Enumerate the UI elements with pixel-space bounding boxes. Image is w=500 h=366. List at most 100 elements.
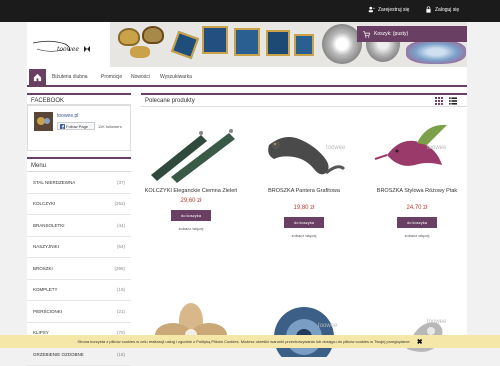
banner-blue-stone bbox=[171, 31, 199, 59]
product-price: 29,60 zł bbox=[141, 198, 241, 204]
banner-blue-stone bbox=[234, 28, 260, 56]
logo[interactable]: toowee bbox=[31, 37, 93, 57]
nav-item-wedding-jewelry[interactable]: Biżuteria ślubna bbox=[52, 74, 88, 80]
blue-brooch-image bbox=[254, 299, 354, 357]
menu-item-count: (252) bbox=[114, 201, 125, 206]
earrings-image bbox=[141, 115, 241, 185]
bird-brooch-image bbox=[367, 115, 467, 185]
silver-brooch-image bbox=[367, 299, 467, 357]
product-image[interactable]: toowee bbox=[254, 299, 354, 357]
menu-item-sets[interactable]: KOMPLETY(19) bbox=[27, 280, 131, 302]
banner-gold-heart bbox=[142, 26, 164, 44]
menu-item-label: STAL NIERDZEWNA bbox=[33, 180, 75, 185]
menu-item-label: KOMPLETY bbox=[33, 287, 58, 292]
facebook-page-avatar[interactable] bbox=[34, 112, 53, 131]
main-content: Polecane produkty KOLCZYKI Eleganckie Ci… bbox=[141, 93, 467, 107]
product-image[interactable] bbox=[141, 115, 241, 185]
home-button[interactable] bbox=[29, 69, 46, 85]
product-card[interactable]: toowee bbox=[367, 299, 467, 357]
nav-item-promotions[interactable]: Promocje bbox=[101, 74, 122, 80]
facebook-page-name[interactable]: toowee.pl bbox=[57, 113, 78, 119]
product-image[interactable] bbox=[141, 299, 241, 357]
facebook-icon bbox=[60, 124, 65, 129]
product-watermark: toowee bbox=[318, 323, 337, 329]
home-icon bbox=[33, 73, 42, 82]
product-name[interactable]: BROSZKA Pantera Grafitowa bbox=[254, 188, 354, 195]
add-to-cart-button[interactable]: do koszyka bbox=[284, 217, 324, 228]
cookie-text: Strona korzysta z plików cookies w celu … bbox=[77, 339, 410, 344]
menu-item-count: (64) bbox=[117, 244, 125, 249]
menu-item-count: (37) bbox=[117, 180, 125, 185]
product-watermark: toowee bbox=[326, 145, 345, 151]
cart-button[interactable]: Koszyk: (pusty) bbox=[357, 26, 467, 42]
menu-title: Menu bbox=[27, 157, 131, 172]
list-view-icon[interactable] bbox=[449, 97, 457, 105]
menu-item-count: (296) bbox=[114, 266, 125, 271]
product-name[interactable]: BROSZKA Stylowa Różowy Ptak bbox=[367, 188, 467, 195]
banner-blue-stone bbox=[266, 30, 290, 56]
menu-item-necklaces[interactable]: NASZYJNIKI (64) bbox=[27, 237, 131, 259]
banner-crystal-brooch bbox=[322, 24, 362, 64]
cookie-close-button[interactable]: ✖ bbox=[417, 338, 423, 346]
sidebar: FACEBOOK toowee.pl Follow Page 11K follo… bbox=[27, 93, 131, 366]
product-card[interactable]: toowee bbox=[254, 299, 354, 357]
cart-label: Koszyk: (pusty) bbox=[374, 31, 408, 37]
product-image[interactable]: toowee bbox=[367, 115, 467, 185]
menu-item-count: (18) bbox=[117, 352, 125, 357]
main-nav: Biżuteria ślubna Promocje Nowości Wyszuk… bbox=[27, 67, 467, 87]
menu-item-bracelets[interactable]: BRANSOLETKI(44) bbox=[27, 215, 131, 237]
menu-item-stainless-steel[interactable]: STAL NIERDZEWNA (37) bbox=[27, 172, 131, 194]
featured-title: Polecane produkty bbox=[145, 98, 195, 104]
flower-brooch-image bbox=[141, 299, 241, 357]
add-to-cart-button[interactable]: do koszyka bbox=[397, 217, 437, 228]
user-add-icon bbox=[368, 6, 375, 13]
menu-item-rings[interactable]: PIERŚCIONKI (21) bbox=[27, 301, 131, 323]
banner-blue-stone bbox=[202, 26, 228, 54]
menu-item-label: KOLCZYKI bbox=[33, 201, 55, 206]
menu-item-earrings[interactable]: KOLCZYKI (252) bbox=[27, 194, 131, 216]
avatar-image bbox=[34, 112, 53, 131]
facebook-follow-button[interactable]: Follow Page bbox=[57, 122, 95, 130]
see-more-link[interactable]: zobacz więcej bbox=[141, 226, 241, 231]
add-to-cart-button[interactable]: do koszyka bbox=[171, 210, 211, 221]
menu-item-label: NASZYJNIKI bbox=[33, 244, 59, 249]
facebook-title: FACEBOOK bbox=[27, 93, 131, 105]
product-image[interactable]: toowee bbox=[254, 115, 354, 185]
lock-icon bbox=[425, 6, 432, 13]
header: toowee Koszyk: (pusty) bbox=[27, 22, 467, 67]
banner-gold-chain bbox=[130, 46, 150, 58]
featured-header: Polecane produkty bbox=[141, 93, 467, 107]
product-image[interactable]: toowee bbox=[367, 299, 467, 357]
menu-item-label: PIERŚCIONKI bbox=[33, 309, 62, 314]
product-card[interactable]: toowee BROSZKA Stylowa Różowy Ptak 24,70… bbox=[367, 115, 467, 238]
see-more-link[interactable]: zobacz więcej bbox=[254, 233, 354, 238]
top-bar: Zarejestruj się Zaloguj się bbox=[0, 0, 500, 22]
register-link[interactable]: Zarejestruj się bbox=[368, 6, 409, 13]
menu-item-label: GRZEBIENIE OZDOBNE bbox=[33, 352, 84, 357]
menu-item-label: BRANSOLETKI bbox=[33, 223, 65, 228]
product-price: 24,70 zł bbox=[367, 205, 467, 211]
facebook-followers: 11K followers bbox=[98, 124, 122, 129]
nav-item-search[interactable]: Wyszukiwarka bbox=[160, 74, 192, 80]
product-price: 19,80 zł bbox=[254, 205, 354, 211]
menu-item-count: (21) bbox=[117, 309, 125, 314]
nav-item-new[interactable]: Nowości bbox=[131, 74, 150, 80]
page-container: toowee Koszyk: (pusty) B bbox=[27, 22, 467, 348]
product-watermark: toowee bbox=[427, 145, 446, 151]
add-to-cart-label: do koszyka bbox=[294, 220, 314, 225]
register-label: Zarejestruj się bbox=[378, 7, 409, 13]
menu-item-brooches[interactable]: BROSZKI (296) bbox=[27, 258, 131, 280]
product-name[interactable]: KOLCZYKI Eleganckie Ciemna Zieleń bbox=[141, 188, 241, 195]
product-card[interactable]: toowee BROSZKA Pantera Grafitowa 19,80 z… bbox=[254, 115, 354, 238]
login-link[interactable]: Zaloguj się bbox=[425, 6, 459, 13]
login-label: Zaloguj się bbox=[435, 7, 459, 13]
product-watermark: toowee bbox=[427, 319, 446, 325]
menu-item-label: BROSZKI bbox=[33, 266, 53, 271]
product-card[interactable]: KOLCZYKI Eleganckie Ciemna Zieleń 29,60 … bbox=[141, 115, 241, 231]
product-card[interactable] bbox=[141, 299, 241, 357]
add-to-cart-label: do koszyka bbox=[181, 213, 201, 218]
see-more-link[interactable]: zobacz więcej bbox=[367, 233, 467, 238]
logo-text: toowee bbox=[57, 46, 79, 53]
grid-view-icon[interactable] bbox=[435, 97, 443, 105]
cart-icon bbox=[363, 31, 370, 38]
